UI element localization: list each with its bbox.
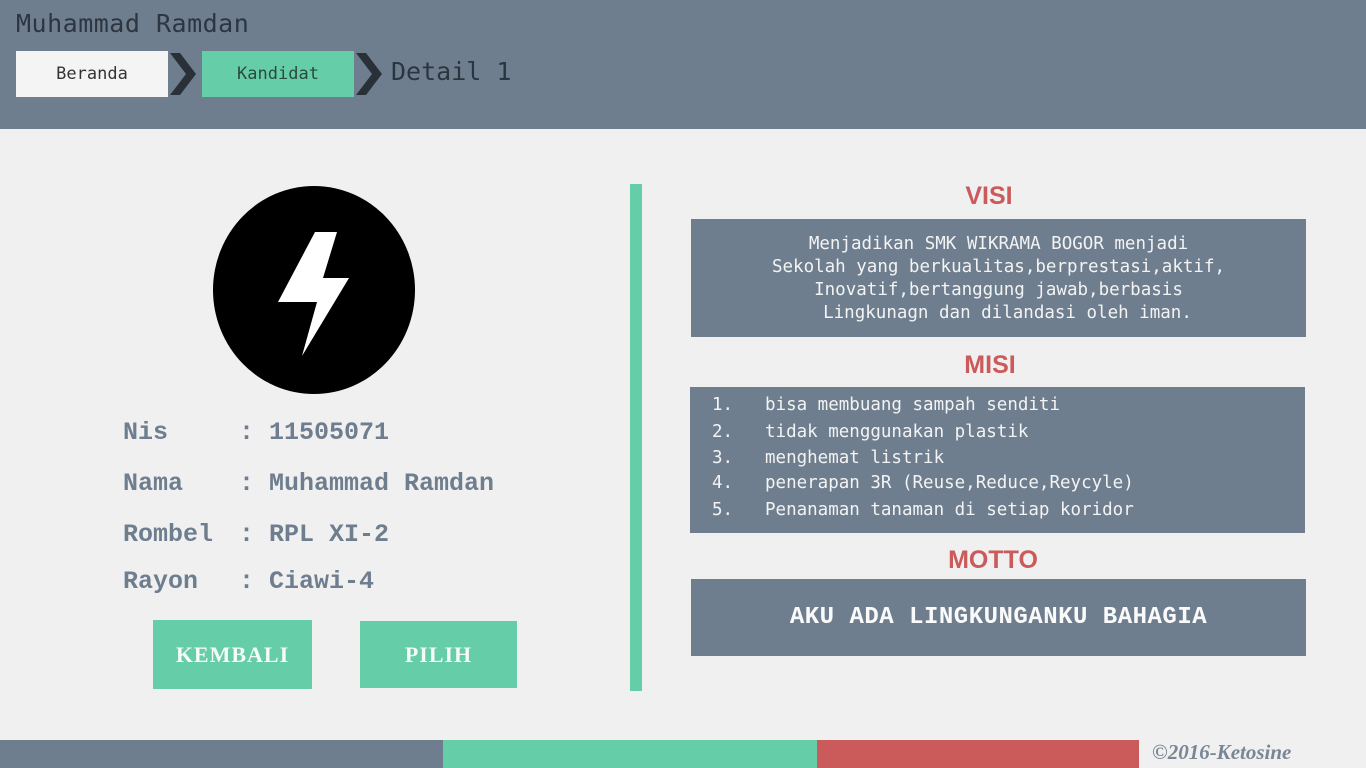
footer-bar-red bbox=[817, 740, 1139, 768]
list-item: 4. penerapan 3R (Reuse,Reduce,Reycyle) bbox=[690, 473, 1305, 499]
info-label: Rombel bbox=[123, 520, 214, 549]
visi-line: Inovatif,bertanggung jawab,berbasis bbox=[814, 280, 1183, 300]
candidate-avatar bbox=[213, 186, 415, 394]
info-row-name: Nama: Muhammad Ramdan bbox=[123, 469, 494, 498]
list-item-text: menghemat listrik bbox=[765, 448, 945, 468]
list-item: 3. menghemat listrik bbox=[690, 448, 1305, 474]
vertical-divider bbox=[630, 184, 642, 691]
breadcrumb-current: Detail 1 bbox=[391, 57, 512, 86]
list-item-number: 4. bbox=[712, 473, 734, 493]
select-candidate-button[interactable]: PILIH bbox=[360, 621, 517, 688]
lightning-bolt-icon bbox=[278, 232, 349, 356]
misi-box: 1. bisa membuang sampah senditi 2. tidak m… bbox=[690, 387, 1305, 533]
motto-box: AKU ADA LINGKUNGANKU BAHAGIA bbox=[691, 579, 1306, 656]
list-item: 1. bisa membuang sampah senditi bbox=[690, 395, 1305, 421]
list-item-number: 3. bbox=[712, 448, 734, 468]
list-item-number: 5. bbox=[712, 500, 734, 520]
footer-bar-green bbox=[443, 740, 817, 768]
info-row-rayon: Rayon: Ciawi-4 bbox=[123, 567, 374, 596]
visi-line: Lingkunagn dan dilandasi oleh iman. bbox=[823, 303, 1192, 323]
list-item: 2. tidak menggunakan plastik bbox=[690, 422, 1305, 448]
info-row-rombel: Rombel: RPL XI-2 bbox=[123, 520, 389, 549]
chevron-right-icon bbox=[170, 53, 196, 95]
info-separator: : bbox=[239, 520, 255, 549]
breadcrumb-home[interactable]: Beranda bbox=[16, 51, 168, 97]
info-label: Nis bbox=[123, 418, 169, 447]
visi-line: Menjadikan SMK WIKRAMA BOGOR menjadi bbox=[808, 234, 1189, 254]
info-separator: : bbox=[239, 418, 255, 447]
visi-box: Menjadikan SMK WIKRAMA BOGOR menjadi Sek… bbox=[691, 219, 1306, 337]
user-name-title: Muhammad Ramdan bbox=[16, 9, 250, 38]
info-label: Nama bbox=[123, 469, 184, 498]
list-item-text: Penanaman tanaman di setiap koridor bbox=[765, 500, 1134, 520]
footer-bar-slate bbox=[0, 740, 443, 768]
chevron-right-icon bbox=[356, 53, 382, 95]
list-item-text: penerapan 3R (Reuse,Reduce,Reycyle) bbox=[765, 473, 1134, 493]
copyright-text: ©2016-Ketosine bbox=[1152, 740, 1292, 764]
back-button[interactable]: KEMBALI bbox=[153, 620, 312, 689]
list-item: 5. Penanaman tanaman di setiap koridor bbox=[690, 500, 1305, 526]
info-value: Ciawi-4 bbox=[269, 567, 375, 596]
breadcrumb-candidates[interactable]: Kandidat bbox=[202, 51, 354, 97]
info-row-nis: Nis:11505071 bbox=[123, 418, 389, 447]
info-value: Muhammad Ramdan bbox=[269, 469, 495, 498]
list-item-text: bisa membuang sampah senditi bbox=[765, 395, 1061, 415]
visi-line: Sekolah yang berkualitas,berprestasi,akt… bbox=[771, 257, 1226, 277]
info-label: Rayon bbox=[123, 567, 199, 596]
info-value: 11505071 bbox=[269, 418, 390, 447]
list-item-number: 2. bbox=[712, 422, 734, 442]
info-separator: : bbox=[239, 567, 255, 596]
header: Muhammad Ramdan Beranda Kandidat Detail … bbox=[0, 0, 1366, 129]
motto-title: MOTTO bbox=[948, 546, 1038, 574]
list-item-number: 1. bbox=[712, 395, 734, 415]
visi-title: VISI bbox=[965, 182, 1013, 210]
info-separator: : bbox=[239, 469, 255, 498]
info-value: RPL XI-2 bbox=[269, 520, 390, 549]
list-item-text: tidak menggunakan plastik bbox=[765, 422, 1029, 442]
misi-title: MISI bbox=[964, 351, 1016, 379]
